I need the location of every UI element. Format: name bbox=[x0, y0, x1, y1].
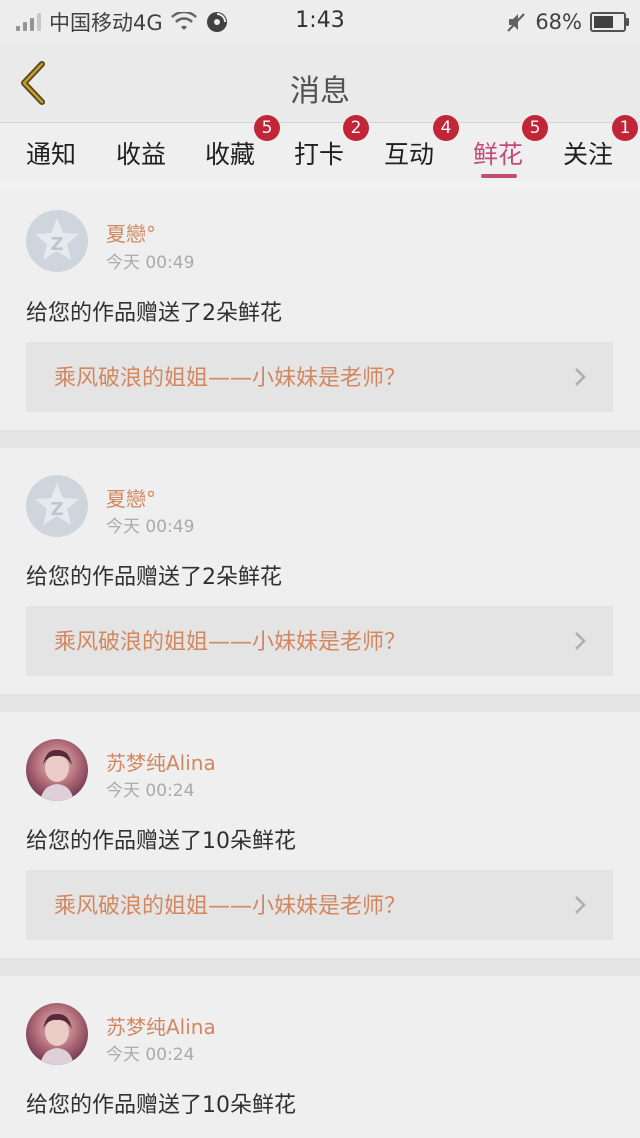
tab-notifications[interactable]: 通知 bbox=[26, 135, 76, 171]
nav-bar: 消息 bbox=[0, 44, 640, 123]
tab-badge: 2 bbox=[343, 115, 369, 141]
sender-name[interactable]: 苏梦纯Alina bbox=[106, 747, 216, 776]
avatar[interactable]: Z bbox=[26, 475, 88, 537]
message-time: 今天 00:49 bbox=[106, 517, 195, 537]
sender-name[interactable]: 夏戀° bbox=[106, 483, 156, 512]
message-text: 给您的作品赠送了10朵鲜花 bbox=[26, 829, 296, 854]
work-title: 乘风破浪的姐姐——小妹妹是老师？ bbox=[54, 366, 407, 391]
qq-default-icon: Z bbox=[35, 218, 79, 260]
work-link[interactable]: 乘风破浪的姐姐——小妹妹是老师？ bbox=[26, 870, 613, 940]
chevron-right-icon bbox=[575, 896, 586, 914]
message-card: Z 夏戀° 今天 00:49 给您的作品赠送了2朵鲜花 乘风破浪的姐姐——小妹妹… bbox=[0, 448, 640, 694]
user-photo bbox=[40, 749, 74, 801]
message-time: 今天 00:24 bbox=[106, 781, 195, 801]
work-title: 乘风破浪的姐姐——小妹妹是老师？ bbox=[54, 630, 407, 655]
work-link[interactable]: 乘风破浪的姐姐——小妹妹是老师？ bbox=[26, 606, 613, 676]
message-card: 苏梦纯Alina 今天 00:24 给您的作品赠送了10朵鲜花 乘风破浪的姐姐—… bbox=[0, 712, 640, 958]
avatar[interactable] bbox=[26, 1003, 88, 1065]
tab-interactions[interactable]: 互动 bbox=[384, 135, 434, 171]
divider bbox=[0, 694, 640, 712]
page-title: 消息 bbox=[290, 74, 350, 109]
message-card: Z 夏戀° 今天 00:49 给您的作品赠送了2朵鲜花 乘风破浪的姐姐——小妹妹… bbox=[0, 190, 640, 430]
message-text: 给您的作品赠送了2朵鲜花 bbox=[26, 565, 282, 590]
tab-badge: 4 bbox=[433, 115, 459, 141]
sender-name[interactable]: 苏梦纯Alina bbox=[106, 1011, 216, 1040]
tab-earnings[interactable]: 收益 bbox=[116, 135, 166, 171]
user-photo bbox=[40, 1013, 74, 1065]
chevron-right-icon bbox=[575, 368, 586, 386]
sender-name[interactable]: 夏戀° bbox=[106, 218, 156, 247]
message-text: 给您的作品赠送了10朵鲜花 bbox=[26, 1093, 296, 1118]
qq-default-icon: Z bbox=[35, 483, 79, 525]
tab-checkin[interactable]: 打卡 bbox=[294, 135, 344, 171]
message-card: 苏梦纯Alina 今天 00:24 给您的作品赠送了10朵鲜花 bbox=[0, 976, 640, 1138]
tab-follows[interactable]: 关注 bbox=[563, 135, 613, 171]
tab-badge: 1 bbox=[612, 115, 638, 141]
mute-icon bbox=[507, 13, 526, 32]
divider bbox=[0, 958, 640, 976]
app-screen: 中国移动4G 1:43 68% 消息 通知 收益 收藏 打卡 互动 鲜花 关注 … bbox=[0, 0, 640, 1138]
message-text: 给您的作品赠送了2朵鲜花 bbox=[26, 301, 282, 326]
battery-percent: 68% bbox=[535, 10, 582, 34]
svg-text:Z: Z bbox=[50, 234, 63, 255]
message-time: 今天 00:49 bbox=[106, 253, 195, 273]
battery-icon bbox=[590, 12, 629, 32]
avatar[interactable]: Z bbox=[26, 210, 88, 272]
divider bbox=[0, 430, 640, 448]
status-bar: 中国移动4G 1:43 68% bbox=[0, 0, 640, 44]
tab-flowers[interactable]: 鲜花 bbox=[473, 135, 523, 171]
work-link[interactable]: 乘风破浪的姐姐——小妹妹是老师？ bbox=[26, 342, 613, 412]
active-tab-indicator bbox=[481, 174, 517, 178]
tab-badge: 5 bbox=[254, 115, 280, 141]
chevron-right-icon bbox=[575, 632, 586, 650]
message-time: 今天 00:24 bbox=[106, 1045, 195, 1065]
work-title: 乘风破浪的姐姐——小妹妹是老师？ bbox=[54, 894, 407, 919]
tab-badge: 5 bbox=[522, 115, 548, 141]
svg-text:Z: Z bbox=[50, 499, 63, 520]
avatar[interactable] bbox=[26, 739, 88, 801]
tab-favorites[interactable]: 收藏 bbox=[205, 135, 255, 171]
